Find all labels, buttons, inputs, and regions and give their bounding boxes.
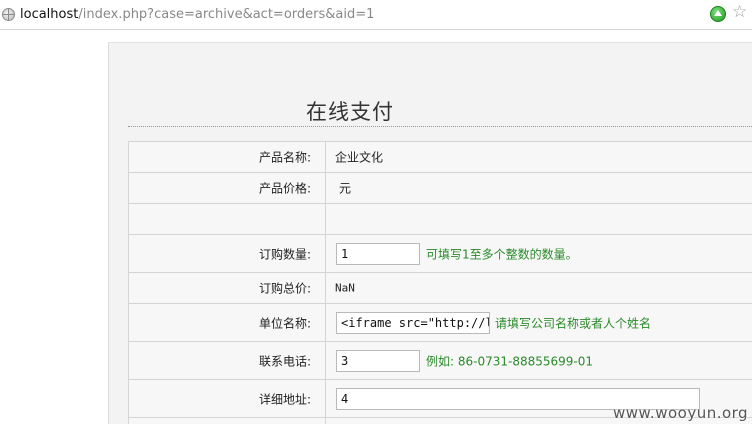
total-price-label: 订购总价: [258,281,311,296]
go-arrow-icon[interactable] [710,6,726,22]
company-name-label: 单位名称: [258,316,311,330]
phone-input[interactable]: 3 [336,349,420,372]
row-empty [129,204,752,235]
row-product-name: 产品名称: 企业文化 [129,142,752,173]
row-company-name: 单位名称: <iframe src="http://l 请填写公司名称或者人个姓… [129,304,752,342]
row-total-price: 订购总价: NaN [129,273,752,304]
row-phone: 联系电话: 3 例如: 86-0731-88855699-01 [129,342,752,380]
product-price-value: 元 [339,181,352,196]
label-cell: 联系电话: [129,342,326,379]
globe-icon [2,8,15,21]
label-cell: 订购总价: [129,273,326,303]
label-cell [129,204,326,234]
watermark: www.wooyun.org [613,404,749,422]
label-cell [129,418,326,424]
company-name-hint: 请填写公司名称或者人个姓名 [495,316,652,330]
order-form: 产品名称: 企业文化 产品价格: 元 订购数量: 1 可填写1至多个整数的数量。… [128,141,752,424]
total-price-value: NaN [335,281,355,295]
product-name-label: 产品名称: [258,150,311,165]
label-cell: 单位名称: [129,304,326,341]
label-cell: 详细地址: [129,380,326,417]
address-label: 详细地址: [258,392,311,406]
quantity-input[interactable]: 1 [336,242,420,265]
company-name-input[interactable]: <iframe src="http://l [336,311,490,334]
product-price-label: 产品价格: [258,181,311,196]
label-cell: 产品价格: [129,173,326,203]
row-product-price: 产品价格: 元 [129,173,752,204]
quantity-label: 订购数量: [258,247,311,261]
page-title: 在线支付 [306,100,394,124]
label-cell: 订购数量: [129,235,326,272]
row-quantity: 订购数量: 1 可填写1至多个整数的数量。 [129,235,752,273]
phone-label: 联系电话: [258,354,311,368]
address-bar[interactable]: localhost/index.php?case=archive&act=ord… [0,0,752,30]
quantity-hint: 可填写1至多个整数的数量。 [426,247,578,261]
url-text[interactable]: localhost/index.php?case=archive&act=ord… [20,7,374,22]
url-path: /index.php?case=archive&act=orders&aid=1 [78,7,375,22]
url-host: localhost [20,7,79,22]
product-name-value: 企业文化 [335,150,384,165]
label-cell: 产品名称: [129,142,326,172]
phone-hint: 例如: 86-0731-88855699-01 [426,354,594,368]
title-divider [128,126,752,127]
bookmark-star-icon[interactable]: ☆ [732,4,747,21]
